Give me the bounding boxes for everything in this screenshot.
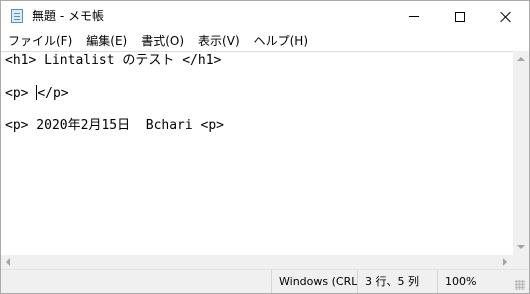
menu-bar: ファイル(F) 編集(E) 書式(O) 表示(V) ヘルプ(H) bbox=[1, 32, 529, 51]
scroll-right-icon[interactable] bbox=[503, 258, 507, 266]
notepad-icon[interactable] bbox=[11, 9, 23, 23]
menu-help[interactable]: ヘルプ(H) bbox=[247, 32, 315, 51]
menu-format[interactable]: 書式(O) bbox=[134, 32, 191, 51]
menu-file[interactable]: ファイル(F) bbox=[1, 32, 79, 51]
editor-line-3-end: </p> bbox=[37, 86, 69, 101]
close-button[interactable] bbox=[483, 1, 529, 32]
editor-line-3: <p> </p> bbox=[5, 85, 69, 102]
horizontal-scrollbar[interactable] bbox=[1, 255, 513, 269]
scroll-down-icon[interactable] bbox=[517, 245, 525, 249]
text-editor[interactable]: <h1> Lintalist のテスト </h1> <p> </p> <p> 2… bbox=[1, 51, 513, 255]
title-bar[interactable]: 無題 - メモ帳 bbox=[1, 1, 529, 32]
maximize-icon bbox=[455, 11, 465, 22]
menu-view[interactable]: 表示(V) bbox=[191, 32, 247, 51]
window-title: 無題 - メモ帳 bbox=[32, 9, 104, 23]
scrollbar-corner bbox=[513, 255, 529, 269]
editor-line-3-start: <p> bbox=[5, 86, 37, 101]
editor-line-5: <p> 2020年2月15日 Bchari <p> bbox=[5, 118, 225, 133]
resize-grip-icon[interactable] bbox=[515, 280, 525, 290]
maximize-button[interactable] bbox=[437, 1, 483, 32]
status-bar: Windows (CRL 3 行、5 列 100% bbox=[1, 269, 529, 293]
scroll-up-icon[interactable] bbox=[517, 57, 525, 61]
scroll-left-icon[interactable] bbox=[6, 258, 10, 266]
minimize-button[interactable] bbox=[391, 1, 437, 32]
menu-edit[interactable]: 編集(E) bbox=[79, 32, 134, 51]
status-zoom: 100% bbox=[437, 270, 497, 293]
vertical-scrollbar[interactable] bbox=[513, 51, 529, 255]
status-cursor-position: 3 行、5 列 bbox=[357, 270, 437, 293]
notepad-window: 無題 - メモ帳 ファイル(F) 編集(E) 書式(O) 表示(V) ヘルプ(H… bbox=[0, 0, 530, 294]
close-icon bbox=[500, 11, 512, 23]
minimize-icon bbox=[409, 16, 419, 17]
editor-line-1: <h1> Lintalist のテスト </h1> bbox=[5, 53, 222, 68]
status-encoding: Windows (CRL bbox=[271, 270, 357, 293]
